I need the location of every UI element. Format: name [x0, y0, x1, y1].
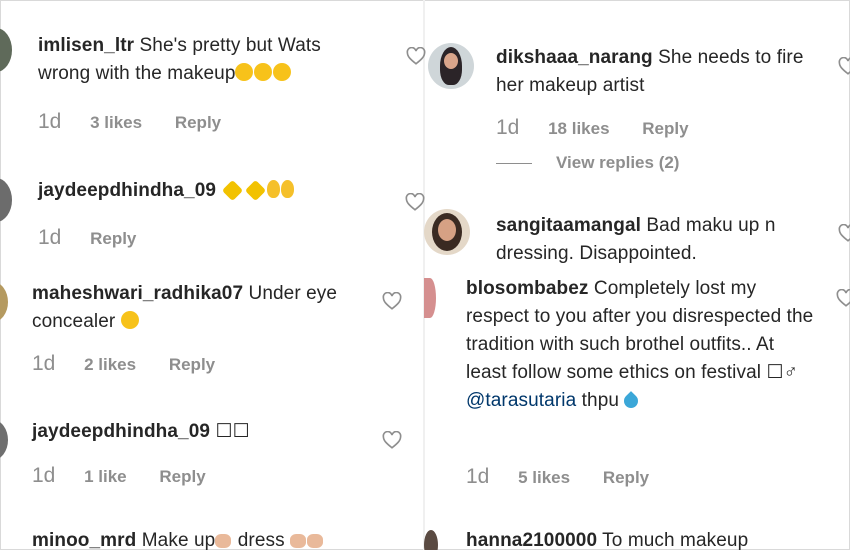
comment-body-continued: dress: [237, 530, 285, 550]
comment-body: To much makeup: [602, 530, 749, 550]
comment-body: Make up: [141, 530, 216, 550]
hand-emoji-icon: [290, 534, 307, 548]
folded-hands-emoji-icon: [281, 180, 295, 198]
droplet-emoji-icon: [621, 391, 642, 411]
reply-button[interactable]: Reply: [642, 119, 688, 139]
comment-meta: 1d 18 likes Reply: [496, 116, 717, 140]
reply-button[interactable]: Reply: [603, 468, 649, 488]
comment-time: 1d: [38, 110, 62, 133]
comment-time: 1d: [466, 465, 490, 488]
laughing-emoji-icon: [273, 63, 292, 81]
comment-meta: 1d Reply: [38, 226, 164, 250]
avatar[interactable]: [424, 209, 470, 255]
comment-username[interactable]: blosombabez: [466, 278, 589, 299]
comment-text: imlisen_ltr She's pretty but Wats wrong …: [38, 32, 378, 88]
laughing-emoji-icon: [235, 63, 254, 81]
comment-username[interactable]: dikshaaa_narang: [496, 47, 653, 68]
comment-text: dikshaaa_narang She needs to fire her ma…: [496, 44, 816, 100]
comment-text: jaydeepdhindha_09 ☐☐: [32, 418, 377, 446]
comment-time: 1d: [38, 226, 62, 249]
comment-text: maheshwari_radhika07 Under eye concealer: [32, 280, 377, 336]
comment-body-continued: thpu: [581, 390, 620, 411]
likes-count[interactable]: 5 likes: [518, 468, 570, 488]
reply-button[interactable]: Reply: [90, 229, 136, 249]
comment-username[interactable]: sangitaamangal: [496, 215, 641, 236]
likes-count[interactable]: 18 likes: [548, 119, 609, 139]
avatar[interactable]: [424, 278, 436, 318]
avatar[interactable]: [428, 43, 474, 89]
like-heart-icon[interactable]: [838, 57, 850, 75]
reply-button[interactable]: Reply: [169, 355, 215, 375]
cutoff-meta-row: [500, 0, 533, 6]
comment-meta: 1d 2 likes Reply: [32, 352, 243, 376]
like-heart-icon[interactable]: [406, 47, 426, 65]
comment-username[interactable]: hanna2100000: [466, 530, 597, 550]
comment-text: sangitaamangal Bad maku up n dressing. D…: [496, 212, 816, 268]
reply-button[interactable]: Reply: [175, 113, 221, 133]
comment-meta: 1d 5 likes Reply: [466, 465, 677, 489]
sun-emoji-icon: [245, 179, 267, 202]
comment-username[interactable]: jaydeepdhindha_09: [38, 180, 216, 201]
comment-time: 1d: [32, 464, 56, 487]
sun-emoji-icon: [222, 179, 244, 202]
likes-count[interactable]: 2 likes: [84, 355, 136, 375]
hand-emoji-icon: [307, 534, 324, 548]
hand-emoji-icon: [215, 534, 232, 548]
view-replies-button[interactable]: View replies (2): [556, 153, 679, 173]
comment-text: hanna2100000 To much makeup: [466, 527, 806, 550]
like-heart-icon[interactable]: [836, 289, 850, 307]
comment-username[interactable]: jaydeepdhindha_09: [32, 421, 210, 442]
laughing-emoji-icon: [120, 311, 139, 329]
comment-meta: 1d 1 like Reply: [32, 464, 234, 488]
mention-link[interactable]: @tarasutaria: [466, 390, 576, 411]
comment-text: blosombabez Completely lost my respect t…: [466, 275, 816, 415]
comment-body: ☐☐: [215, 421, 250, 442]
like-heart-icon[interactable]: [382, 431, 402, 449]
replies-divider: [496, 163, 532, 164]
reply-button[interactable]: Reply: [159, 467, 205, 487]
comment-time: 1d: [32, 352, 56, 375]
like-heart-icon[interactable]: [382, 292, 402, 310]
like-heart-icon[interactable]: [405, 193, 425, 211]
like-heart-icon[interactable]: [838, 224, 850, 242]
comment-username[interactable]: imlisen_ltr: [38, 35, 134, 56]
likes-count[interactable]: 1 like: [84, 467, 127, 487]
column-divider: [423, 0, 425, 550]
comment-text: jaydeepdhindha_09: [38, 177, 378, 205]
laughing-emoji-icon: [254, 63, 273, 81]
comment-username[interactable]: maheshwari_radhika07: [32, 283, 243, 304]
comment-meta: 1d 3 likes Reply: [38, 110, 249, 134]
folded-hands-emoji-icon: [267, 180, 281, 198]
comment-username[interactable]: minoo_mrd: [32, 530, 136, 550]
likes-count[interactable]: 3 likes: [90, 113, 142, 133]
comment-text: minoo_mrd Make up dress: [32, 527, 377, 550]
comment-time: 1d: [496, 116, 520, 139]
